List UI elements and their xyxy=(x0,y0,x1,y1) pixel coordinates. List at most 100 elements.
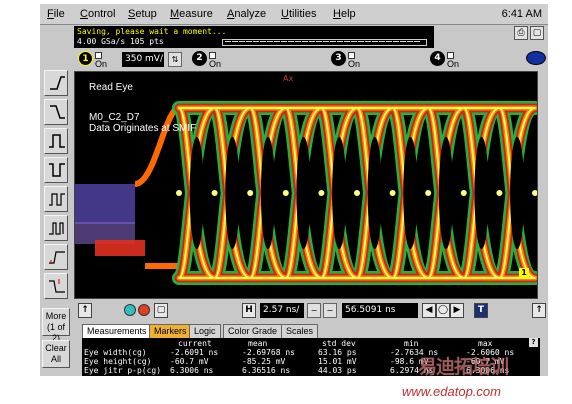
col-max: max xyxy=(478,339,493,348)
falling-edge-trigger-icon[interactable] xyxy=(44,99,68,125)
settling-band xyxy=(95,240,145,256)
watermark-url: www.edatop.com xyxy=(402,384,501,399)
zoom-out-icon[interactable]: − xyxy=(307,303,321,318)
glitch-trigger-icon[interactable] xyxy=(44,157,68,183)
clock: 6:41 AM xyxy=(501,8,542,20)
menu-measure[interactable]: Measure xyxy=(170,8,213,20)
position-center-icon[interactable]: ◯ xyxy=(436,303,450,318)
crossing-point xyxy=(247,190,254,196)
menu-file[interactable]: File xyxy=(47,8,65,20)
channel-2-toggle[interactable]: On xyxy=(209,50,221,69)
eye-view-icon[interactable] xyxy=(526,51,546,65)
time-scale-field[interactable]: 2.57 ns/ xyxy=(260,303,304,318)
channel-bar: 1 On 350 mV/ ⇅ 2 On 3 On 4 On xyxy=(74,50,548,70)
print-icon[interactable]: ⎙ xyxy=(514,26,528,40)
crossing-point xyxy=(354,190,360,196)
stop-indicator[interactable] xyxy=(138,304,150,316)
position-left-icon[interactable]: ◀ xyxy=(422,303,436,318)
eye-opening xyxy=(189,136,204,250)
signal-origin: Data Originates at SMIF xyxy=(89,123,197,134)
zoom-in-icon[interactable]: ∼ xyxy=(323,303,337,318)
meas-std-dev: 44.03 ps xyxy=(318,366,357,375)
meas-mean: 6.36516 ns xyxy=(242,366,291,375)
crossing-point xyxy=(460,190,467,196)
scroll-up-right-icon[interactable]: ↑ xyxy=(532,303,546,318)
menu-utilities[interactable]: Utilities xyxy=(281,8,316,20)
col-min: min xyxy=(404,339,419,348)
crossing-point xyxy=(532,190,537,196)
period-measure-icon[interactable] xyxy=(44,186,68,212)
memory-bar xyxy=(222,39,427,46)
channel-1-ground-marker[interactable]: 1 xyxy=(519,268,529,278)
meas-current: 6.3006 ns xyxy=(170,366,214,375)
channel-2-badge[interactable]: 2 xyxy=(192,51,207,66)
channel-1-badge[interactable]: 1 xyxy=(78,51,93,66)
crossing-point xyxy=(282,190,289,196)
col-mean: mean xyxy=(248,339,268,348)
crossing-point xyxy=(318,190,325,196)
channel-1-scale[interactable]: 350 mV/ xyxy=(122,52,164,67)
eye-diagram xyxy=(75,101,537,285)
eye-opening xyxy=(260,136,276,250)
scale-adjust-icon[interactable]: ⇅ xyxy=(168,52,182,67)
waveform-display[interactable]: Read Eye M0_C2_D7 Data Originates at SMI… xyxy=(74,71,538,299)
meas-name: Eye width(cg) xyxy=(84,348,147,357)
acquisition-status: Saving, please wait a moment... 4.00 GSa… xyxy=(74,26,434,48)
channel-3-badge[interactable]: 3 xyxy=(331,51,346,66)
channel-1-toggle[interactable]: On xyxy=(95,50,108,69)
tab-measurements[interactable]: Measurements xyxy=(82,324,152,338)
single-button[interactable]: ▢ xyxy=(154,303,168,318)
channel-4-toggle[interactable]: On xyxy=(447,50,459,69)
help-icon[interactable]: ? xyxy=(529,338,538,347)
scroll-up-icon[interactable]: ↑ xyxy=(78,303,92,318)
tab-markers[interactable]: Markers xyxy=(149,324,192,338)
watermark-brand: 易迪拓培训 xyxy=(418,356,509,378)
col-current: current xyxy=(178,339,212,348)
meas-std-dev: 63.16 ps xyxy=(318,348,357,357)
rising-edge-trigger-icon[interactable] xyxy=(44,70,68,96)
sample-rate: 4.00 GSa/s 105 pts xyxy=(77,37,164,46)
tab-color-grade[interactable]: Color Grade xyxy=(223,324,283,338)
run-indicator[interactable] xyxy=(124,304,136,316)
trigger-marker[interactable]: Ax xyxy=(283,74,293,83)
menu-help[interactable]: Help xyxy=(333,8,356,20)
eye-opening xyxy=(225,136,240,250)
timebase-bar: ↑ ▢ H 2.57 ns/ − ∼ 56.5091 ns ◀ ◯ ▶ T ↑ xyxy=(74,301,548,321)
trigger-button[interactable]: T xyxy=(474,303,488,318)
meas-std-dev: 15.01 mV xyxy=(318,357,357,366)
settling-band xyxy=(75,184,135,224)
horizontal-button[interactable]: H xyxy=(242,303,256,318)
tab-scales[interactable]: Scales xyxy=(281,324,319,338)
menu-bar: File Control Setup Measure Analyze Utili… xyxy=(40,4,548,25)
frequency-measure-icon[interactable] xyxy=(44,215,68,241)
crossing-point xyxy=(425,190,432,196)
meas-current: -2.6091 ns xyxy=(170,348,219,357)
signal-name: M0_C2_D7 xyxy=(89,112,140,123)
pulse-trigger-icon[interactable] xyxy=(44,128,68,154)
status-message: Saving, please wait a moment... xyxy=(77,27,227,36)
eye-opening xyxy=(296,136,311,250)
scope-window: File Control Setup Measure Analyze Utili… xyxy=(40,4,548,376)
more-button[interactable]: More (1 of 2) xyxy=(42,308,70,343)
menu-setup[interactable]: Setup xyxy=(128,8,157,20)
menu-control[interactable]: Control xyxy=(80,8,115,20)
clear-all-button[interactable]: Clear All xyxy=(42,340,70,368)
meas-current: -60.7 mV xyxy=(170,357,209,366)
eye-opening xyxy=(438,136,454,250)
channel-4-badge[interactable]: 4 xyxy=(430,51,445,66)
rise-time-measure-icon[interactable] xyxy=(44,244,68,270)
window-icon[interactable]: ▢ xyxy=(530,26,544,40)
channel-1-state: On xyxy=(95,59,108,69)
fall-time-measure-icon[interactable] xyxy=(44,273,68,299)
meas-mean: -2.69768 ns xyxy=(242,348,295,357)
tab-logic[interactable]: Logic xyxy=(189,324,221,338)
eye-opening xyxy=(332,136,347,250)
channel-3-toggle[interactable]: On xyxy=(348,50,361,69)
position-right-icon[interactable]: ▶ xyxy=(450,303,464,318)
channel-3-state: On xyxy=(348,59,361,69)
col-std-dev: std dev xyxy=(322,339,356,348)
time-position-field[interactable]: 56.5091 ns xyxy=(342,303,418,318)
menu-analyze[interactable]: Analyze xyxy=(227,8,266,20)
meas-mean: -85.25 mV xyxy=(242,357,286,366)
meas-name: Eye height(cg) xyxy=(84,357,152,366)
